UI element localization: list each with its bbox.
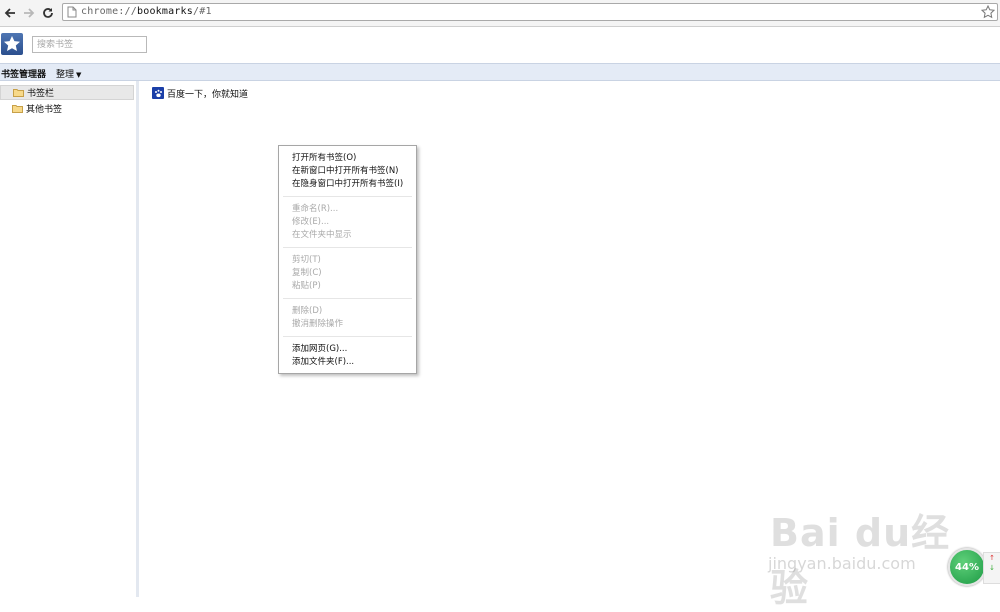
folder-icon [13, 89, 24, 97]
arrow-up-icon: ↑ [989, 554, 995, 562]
menu-separator [283, 247, 412, 248]
arrow-right-icon [24, 8, 35, 18]
menu-delete: 删除(D) [292, 306, 323, 316]
arrow-down-icon: ↓ [989, 564, 995, 572]
tree-item-bookmarks-bar[interactable]: 书签栏 [0, 85, 134, 100]
menu-open-all-new-window[interactable]: 在新窗口中打开所有书签(N) [292, 165, 399, 177]
baidu-paw-icon [152, 87, 164, 99]
bookmark-star-icon[interactable] [981, 5, 995, 19]
menu-edit: 修改(E)... [292, 217, 330, 227]
forward-button[interactable] [20, 4, 38, 22]
folder-icon [12, 105, 23, 113]
bookmark-manager-header [0, 27, 1000, 63]
menu-undo-delete: 撤消删除操作 [292, 319, 344, 329]
menu-open-all[interactable]: 打开所有书签(O) [292, 152, 356, 164]
menu-copy: 复制(C) [292, 268, 322, 278]
organize-menu-button[interactable]: 整理 ▼ [56, 67, 81, 80]
list-item-label: 百度一下，你就知道 [167, 89, 249, 100]
menu-paste: 粘贴(P) [292, 281, 321, 291]
progress-badge-label: 44% [955, 561, 979, 573]
caret-down-icon: ▼ [76, 71, 82, 79]
menu-separator [283, 336, 412, 337]
title-bar: 书签管理器 整理 ▼ [0, 63, 1000, 81]
menu-cut: 剪切(T) [292, 255, 321, 265]
progress-badge[interactable]: 44% [948, 548, 986, 586]
list-item-baidu[interactable]: 百度一下，你就知道 [152, 86, 248, 100]
page-title: 书签管理器 [1, 70, 47, 80]
menu-add-page[interactable]: 添加网页(G)... [292, 343, 347, 355]
address-bar[interactable]: chrome://bookmarks/#1 [62, 3, 998, 21]
page-icon [67, 6, 77, 18]
menu-separator [283, 196, 412, 197]
search-bookmarks-input[interactable] [32, 36, 147, 53]
menu-open-all-incognito[interactable]: 在隐身窗口中打开所有书签(I) [292, 178, 403, 190]
tree-item-label: 书签栏 [27, 89, 55, 99]
reload-icon [43, 8, 53, 18]
address-text: chrome://bookmarks/#1 [81, 6, 212, 17]
menu-rename: 重命名(R)... [292, 204, 339, 214]
context-menu: 打开所有书签(O) 在新窗口中打开所有书签(N) 在隐身窗口中打开所有书签(I)… [278, 145, 417, 374]
browser-toolbar: chrome://bookmarks/#1 [0, 0, 1000, 27]
organize-label: 整理 [56, 70, 75, 80]
tree-item-other-bookmarks[interactable]: 其他书签 [0, 101, 134, 116]
reload-button[interactable] [39, 4, 57, 22]
star-icon [4, 36, 20, 51]
menu-show-in-folder: 在文件夹中显示 [292, 230, 352, 240]
tree-item-label: 其他书签 [26, 105, 63, 115]
watermark-url: jingyan.baidu.com [768, 554, 916, 573]
network-speed-panel[interactable]: ↑ ↓ [983, 552, 1000, 584]
menu-add-folder[interactable]: 添加文件夹(F)... [292, 356, 354, 368]
arrow-left-icon [4, 8, 15, 18]
baidu-watermark: Bai du经验 jingyan.baidu.com [760, 490, 960, 610]
back-button[interactable] [1, 4, 19, 22]
folder-tree: 书签栏 其他书签 [0, 81, 139, 597]
menu-separator [283, 298, 412, 299]
bookmark-manager-logo [1, 33, 23, 55]
